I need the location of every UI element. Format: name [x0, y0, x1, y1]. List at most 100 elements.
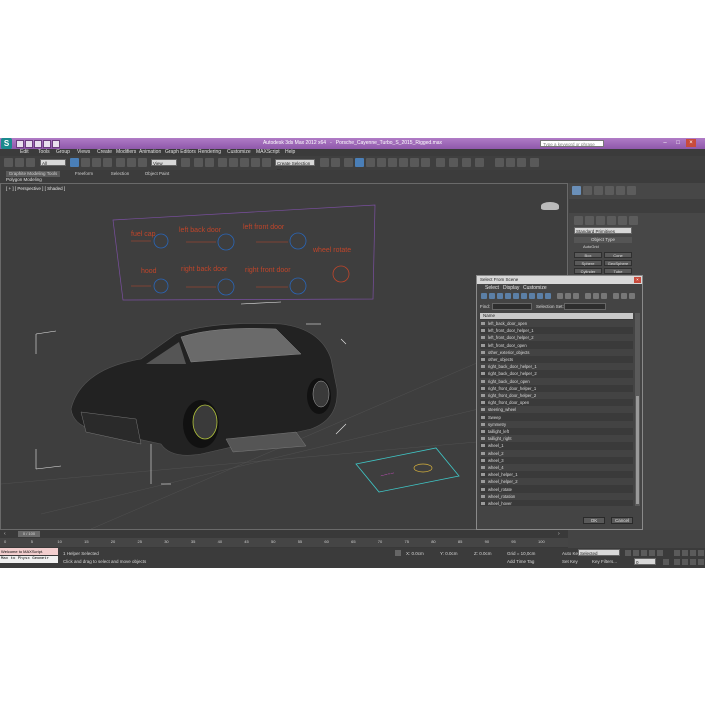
extra-tool-3-icon[interactable]: [517, 158, 526, 167]
menu-customize[interactable]: Customize: [227, 149, 251, 156]
list-item[interactable]: wheel_helper_2: [480, 478, 633, 486]
select-all-icon[interactable]: [557, 293, 563, 299]
list-item[interactable]: wheel_3: [480, 456, 633, 464]
menu-tools[interactable]: Tools: [38, 149, 50, 156]
cone-button[interactable]: Cone: [604, 252, 632, 258]
schematic-view-icon[interactable]: [377, 158, 386, 167]
select-manipulate-icon[interactable]: [194, 158, 203, 167]
list-item[interactable]: wheel_2: [480, 449, 633, 457]
shapes-icon[interactable]: [585, 216, 594, 225]
motion-tab-icon[interactable]: [605, 186, 614, 195]
list-item[interactable]: other_exterior_objects: [480, 348, 633, 356]
menu-views[interactable]: Views: [77, 149, 90, 156]
previous-frame-icon[interactable]: [633, 550, 639, 556]
filter-shapes-icon[interactable]: [489, 293, 495, 299]
list-item[interactable]: wheel_rotation: [480, 492, 633, 500]
list-item[interactable]: wheel_rotate: [480, 485, 633, 493]
play-icon[interactable]: [641, 550, 647, 556]
object-type-rollout[interactable]: Object Type: [574, 237, 632, 243]
filter-geometry-icon[interactable]: [481, 293, 487, 299]
filter-funnel-icon[interactable]: [613, 293, 619, 299]
menu-maxscript[interactable]: MAXScript: [256, 149, 280, 156]
pivot-center-icon[interactable]: [181, 158, 190, 167]
reference-coordinate-dropdown[interactable]: View: [151, 159, 177, 166]
tab-freeform[interactable]: Freeform: [70, 171, 98, 177]
dialog-close-button[interactable]: ×: [634, 277, 641, 283]
cancel-button[interactable]: Cancel: [611, 517, 633, 524]
column-name-header[interactable]: Name: [480, 313, 633, 319]
material-editor-icon[interactable]: [388, 158, 397, 167]
zoom-extents-icon[interactable]: [690, 550, 696, 556]
filter-xrefs-icon[interactable]: [537, 293, 543, 299]
list-item[interactable]: right_front_door_open: [480, 399, 633, 407]
display-influences-icon[interactable]: [593, 293, 599, 299]
menu-graph-editors[interactable]: Graph Editors: [165, 149, 196, 156]
rendered-frame-icon[interactable]: [410, 158, 419, 167]
time-config-icon[interactable]: [663, 559, 669, 565]
orbit-icon[interactable]: [690, 559, 696, 565]
list-item[interactable]: symmetry: [480, 420, 633, 428]
select-scale-icon[interactable]: [138, 158, 147, 167]
menu-create[interactable]: Create: [97, 149, 112, 156]
maxscript-input[interactable]: Max to Physx Geometr: [0, 556, 58, 563]
mirror-icon[interactable]: [320, 158, 329, 167]
layer-manager-icon[interactable]: [344, 158, 353, 167]
cylinder-button[interactable]: Cylinder: [574, 268, 602, 274]
display-children-icon[interactable]: [585, 293, 591, 299]
named-selection-dropdown[interactable]: Create Selection Se: [275, 159, 315, 173]
undo-tool-icon[interactable]: [4, 158, 13, 167]
zoom-extents-all-icon[interactable]: [698, 550, 704, 556]
key-filters-button[interactable]: Key Filters...: [592, 559, 617, 564]
spinner-snap-icon[interactable]: [251, 158, 260, 167]
list-item[interactable]: Sweep: [480, 413, 633, 421]
filter-cameras-icon[interactable]: [505, 293, 511, 299]
select-by-name-icon[interactable]: [81, 158, 90, 167]
percent-snap-icon[interactable]: [240, 158, 249, 167]
menu-help[interactable]: Help: [285, 149, 295, 156]
menu-rendering[interactable]: Rendering: [198, 149, 221, 156]
list-item[interactable]: right_front_door_helper_1: [480, 384, 633, 392]
keyboard-shortcut-icon[interactable]: [205, 158, 214, 167]
sphere-button[interactable]: Sphere: [574, 260, 602, 266]
minimize-button[interactable]: –: [660, 139, 670, 147]
lights-icon[interactable]: [596, 216, 605, 225]
sync-selection-icon[interactable]: [601, 293, 607, 299]
maxscript-output[interactable]: Welcome to MAXScript.: [0, 548, 58, 555]
close-button[interactable]: ×: [686, 139, 696, 147]
zoom-all-icon[interactable]: [682, 550, 688, 556]
list-item[interactable]: right_back_door_open: [480, 377, 633, 385]
rectangular-selection-icon[interactable]: [92, 158, 101, 167]
tab-object-paint[interactable]: Object Paint: [140, 171, 174, 177]
active-shade-icon[interactable]: [475, 158, 484, 167]
select-object-icon[interactable]: [70, 158, 79, 167]
select-rotate-icon[interactable]: [127, 158, 136, 167]
menu-animation[interactable]: Animation: [139, 149, 161, 156]
quick-render-icon[interactable]: [462, 158, 471, 167]
extra-tool-4-icon[interactable]: [530, 158, 539, 167]
extra-tool-2-icon[interactable]: [506, 158, 515, 167]
list-item[interactable]: wheel_hover: [480, 500, 633, 506]
list-item[interactable]: left_front_door_helper_1: [480, 327, 633, 335]
z-coordinate[interactable]: Z: 0.0cm: [474, 551, 492, 556]
ok-button[interactable]: OK: [583, 517, 605, 524]
environment-icon[interactable]: [449, 158, 458, 167]
slider-left-arrow-icon[interactable]: ‹: [4, 531, 10, 537]
layer-view-icon[interactable]: [621, 293, 627, 299]
list-item[interactable]: wheel_4: [480, 464, 633, 471]
list-item[interactable]: left_back_door_open: [480, 320, 633, 327]
list-item[interactable]: right_back_door_helper_1: [480, 363, 633, 371]
search-input[interactable]: Type a keyword or phrase: [540, 140, 604, 147]
select-invert-icon[interactable]: [573, 293, 579, 299]
key-mode-dropdown[interactable]: Selected: [578, 549, 620, 556]
hierarchy-view-icon[interactable]: [629, 293, 635, 299]
geosphere-button[interactable]: GeoSphere: [604, 260, 632, 266]
autogrid-checkbox[interactable]: AutoGrid: [583, 244, 599, 250]
align-icon[interactable]: [331, 158, 340, 167]
selection-set-dropdown[interactable]: [564, 303, 606, 310]
display-tab-icon[interactable]: [616, 186, 625, 195]
list-item[interactable]: taillight_right: [480, 435, 633, 443]
helpers-icon[interactable]: [618, 216, 627, 225]
hierarchy-tab-icon[interactable]: [594, 186, 603, 195]
extra-tool-icon[interactable]: [495, 158, 504, 167]
go-to-start-icon[interactable]: [625, 550, 631, 556]
